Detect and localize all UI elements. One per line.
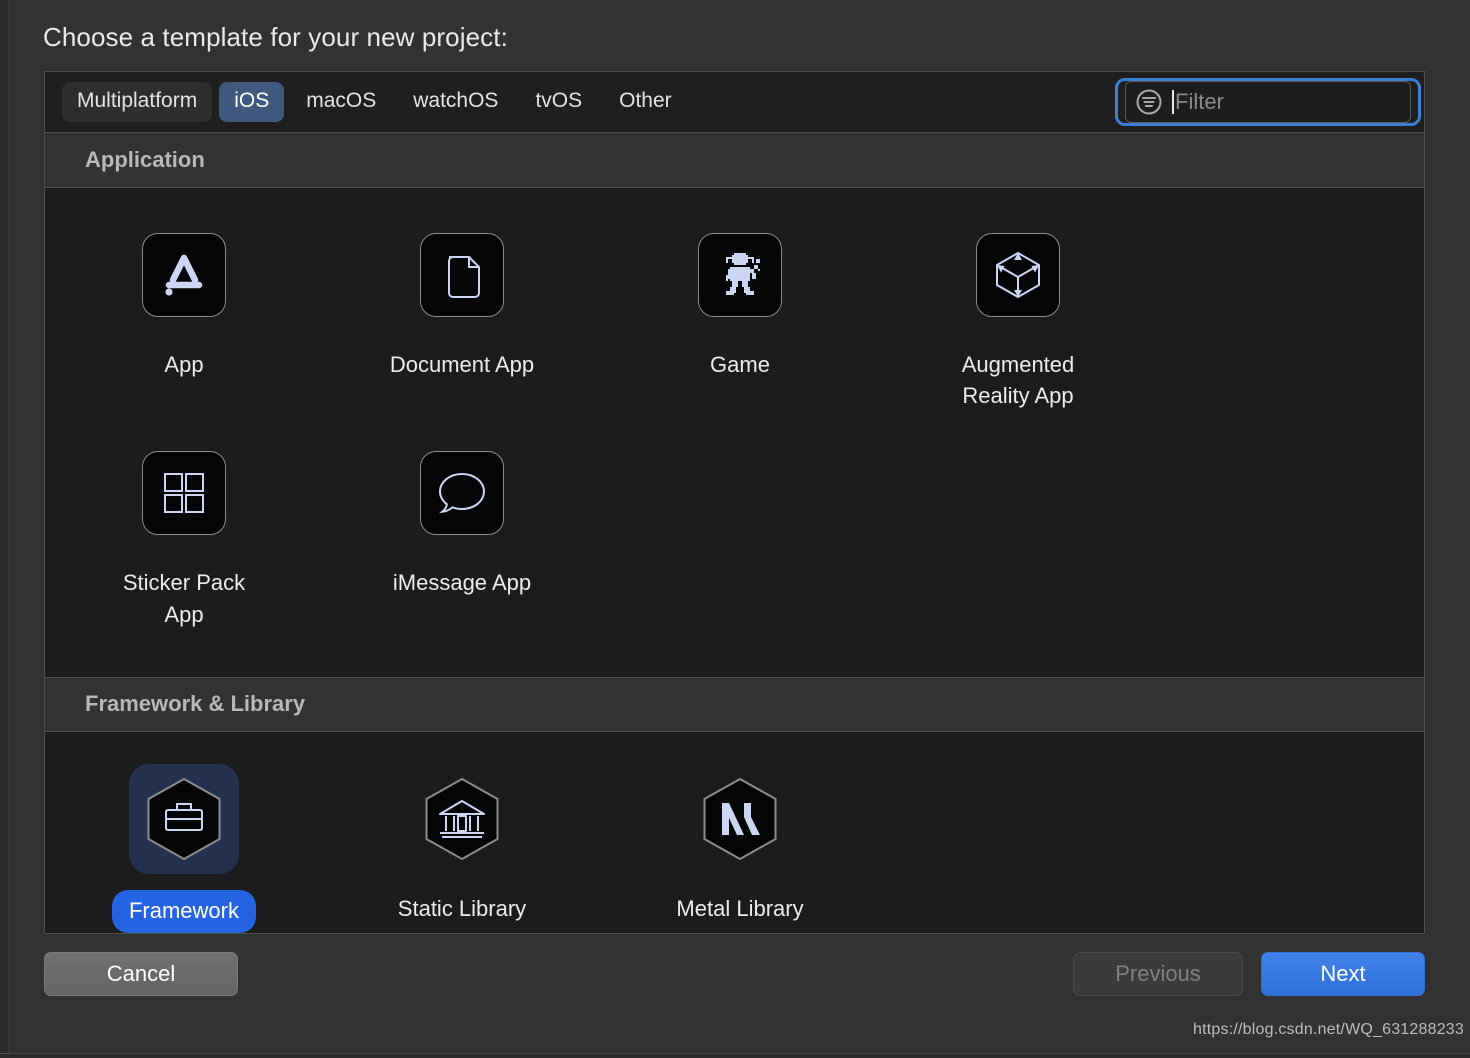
page-title: Choose a template for your new project: (43, 22, 508, 52)
pixel-spaceman-icon (726, 253, 760, 295)
tab-tvos[interactable]: tvOS (520, 82, 597, 122)
window-left-edge (0, 0, 9, 1058)
watermark-url: https://blog.csdn.net/WQ_631288233 (1193, 1021, 1464, 1038)
template-item-game[interactable]: Game (601, 214, 879, 414)
framework-library-template-grid: Framework Static Library Metal Library (45, 731, 1424, 933)
template-label: iMessage App (392, 570, 532, 596)
template-item-sticker-pack-app[interactable]: Sticker Pack App (45, 432, 323, 632)
dialog-footer: Cancel Previous Next (44, 952, 1425, 998)
icon-tile (976, 233, 1060, 317)
filter-field-focus-ring: Filter (1115, 78, 1421, 126)
icon-box (407, 438, 517, 548)
tab-other[interactable]: Other (604, 82, 687, 122)
icon-tile (698, 233, 782, 317)
icon-tile (142, 233, 226, 317)
template-item-framework[interactable]: Framework (45, 758, 323, 933)
template-label: Augmented Reality App (961, 352, 1075, 409)
icon-tile (420, 233, 504, 317)
wireframe-cube-icon (996, 252, 1040, 298)
icon-box (129, 763, 239, 874)
template-item-static-library[interactable]: Static Library (323, 758, 601, 933)
icon-box (963, 220, 1073, 330)
template-label: Static Library (397, 895, 527, 921)
tab-ios[interactable]: iOS (219, 82, 285, 122)
icon-box (129, 220, 239, 330)
template-item-augmented-reality-app[interactable]: Augmented Reality App (879, 214, 1157, 414)
filter-input[interactable]: Filter (1125, 81, 1411, 123)
icon-hexagon (694, 773, 786, 865)
cancel-button[interactable]: Cancel (44, 952, 238, 996)
window-root: Choose a template for your new project: … (0, 0, 1470, 1058)
text-caret (1172, 90, 1174, 114)
next-button[interactable]: Next (1261, 952, 1425, 996)
tab-multiplatform[interactable]: Multiplatform (62, 82, 213, 122)
previous-button[interactable]: Previous (1073, 952, 1243, 996)
section-header-application: Application (45, 133, 1424, 188)
metal-m-hexagon-icon (703, 777, 777, 861)
icon-tile (420, 451, 504, 536)
icon-hexagon (416, 773, 508, 865)
filter-icon (1136, 89, 1162, 115)
new-project-template-dialog: Choose a template for your new project: … (10, 0, 1470, 1053)
template-label: Game (710, 352, 770, 377)
template-item-app[interactable]: App (45, 214, 323, 414)
template-item-metal-library[interactable]: Metal Library (601, 758, 879, 933)
section-title: Application (85, 147, 205, 172)
icon-box (407, 220, 517, 330)
application-template-grid: App Document App Game Augmented Reality … (45, 188, 1424, 677)
filter-placeholder: Filter (1175, 89, 1224, 114)
icon-box (685, 764, 795, 874)
section-header-framework-library: Framework & Library (45, 676, 1424, 732)
bank-building-hexagon-icon (425, 777, 499, 861)
four-squares-grid-icon (164, 473, 204, 514)
template-label: App (164, 352, 204, 377)
platform-tab-bar: Multiplatform iOS macOS watchOS tvOS Oth… (45, 72, 1424, 133)
icon-box (129, 438, 239, 548)
section-title: Framework & Library (85, 691, 306, 717)
template-panel: Multiplatform iOS macOS watchOS tvOS Oth… (44, 71, 1425, 934)
icon-tile (142, 451, 226, 536)
tab-watchos[interactable]: watchOS (398, 82, 513, 122)
document-page-icon (448, 256, 480, 298)
icon-box (685, 220, 795, 330)
template-item-imessage-app[interactable]: iMessage App (323, 432, 601, 632)
tab-macos[interactable]: macOS (291, 82, 391, 122)
speech-bubble-icon (438, 473, 486, 514)
template-label: Framework (111, 889, 256, 933)
toolbox-hexagon-icon (147, 777, 221, 861)
icon-hexagon (138, 773, 230, 865)
template-item-document-app[interactable]: Document App (323, 214, 601, 414)
template-label: Metal Library (676, 895, 804, 921)
template-label: Document App (389, 352, 535, 377)
icon-box (407, 764, 517, 874)
app-store-a-icon (165, 254, 203, 296)
window-bottom-edge (0, 1053, 1470, 1058)
template-label: Sticker Pack App (122, 570, 246, 627)
